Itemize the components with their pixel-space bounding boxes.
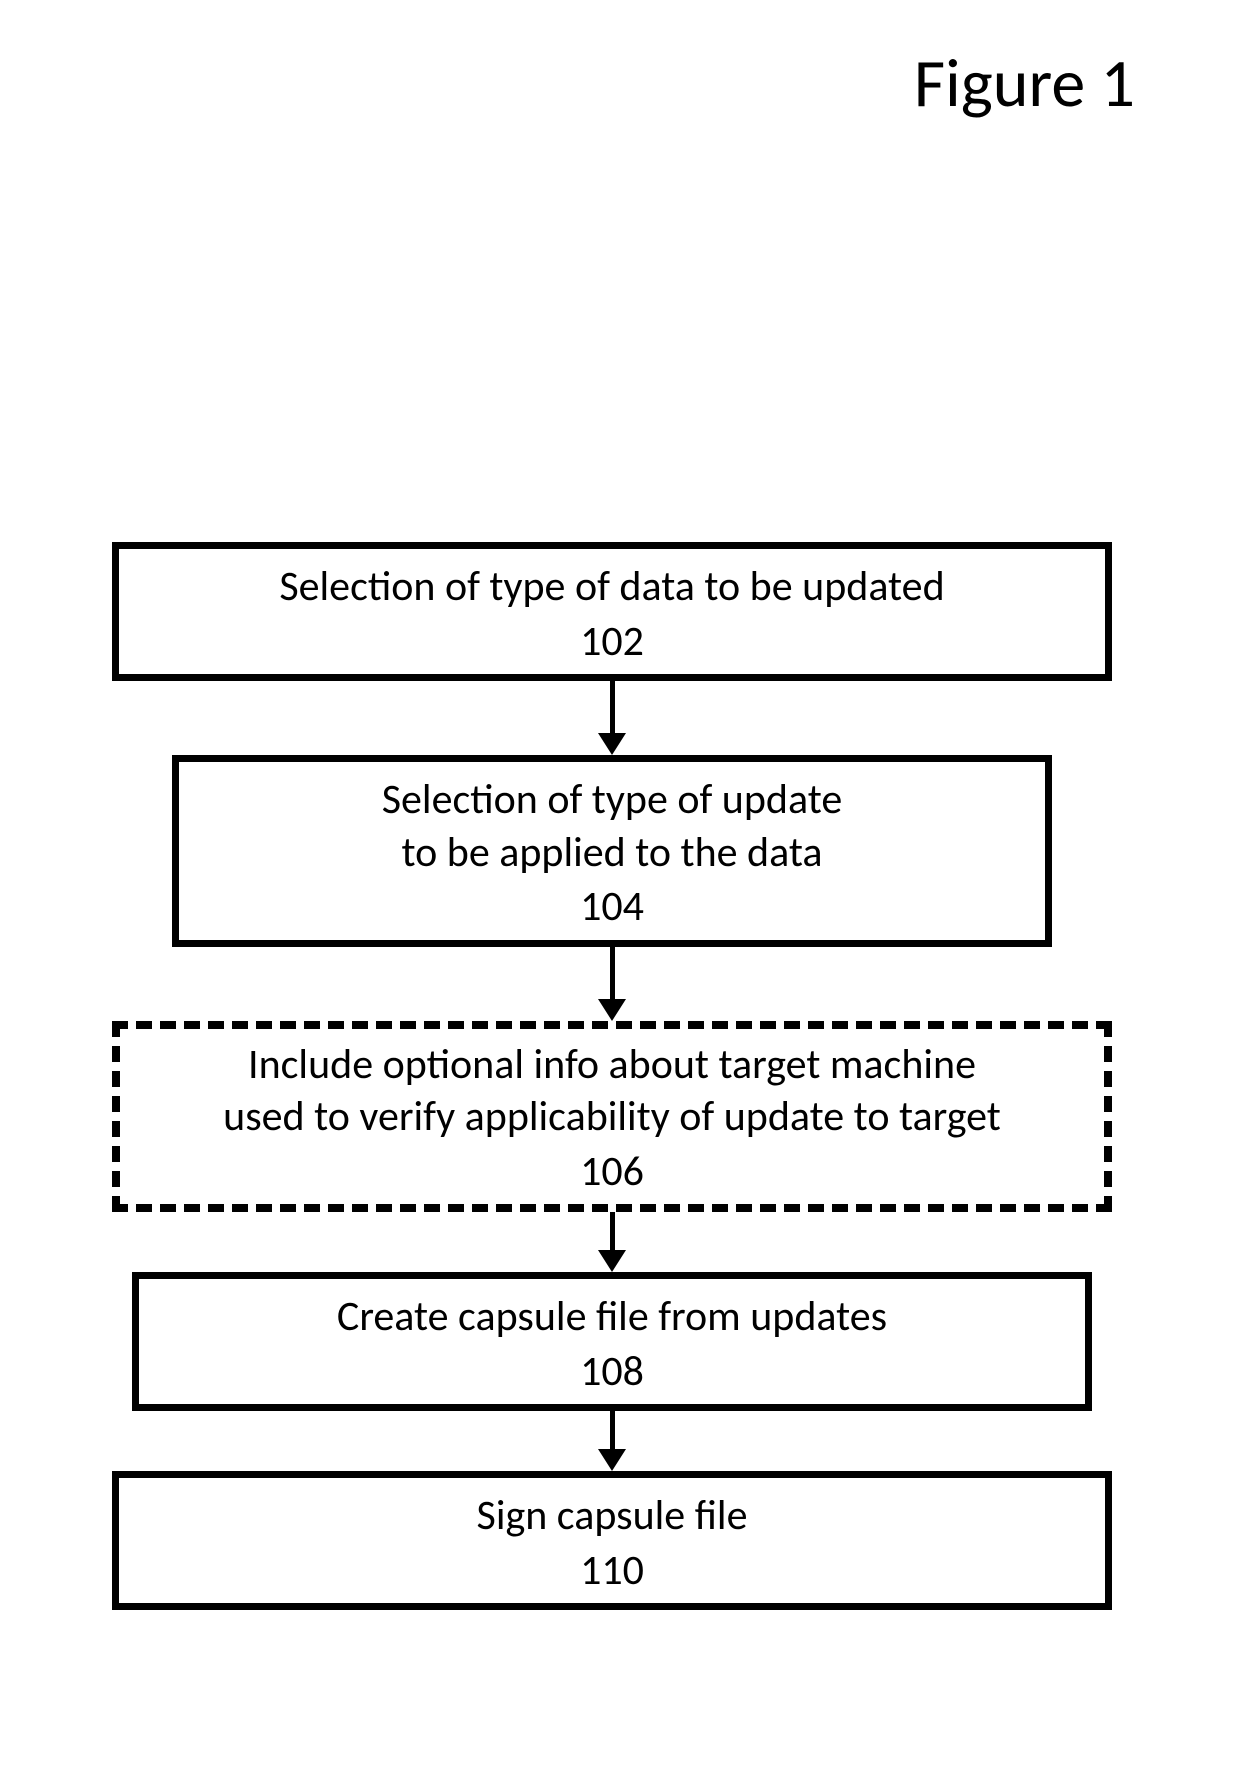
step-104: Selection of type of update to be applie… bbox=[172, 755, 1052, 947]
step-102-text: Selection of type of data to be updated bbox=[279, 561, 944, 612]
step-110-number: 110 bbox=[129, 1545, 1095, 1598]
step-110-text: Sign capsule file bbox=[477, 1490, 748, 1541]
arrow-2 bbox=[598, 947, 626, 1021]
step-104-text-line1: Selection of type of update bbox=[382, 774, 843, 825]
arrow-1 bbox=[598, 681, 626, 755]
step-102: Selection of type of data to be updated … bbox=[112, 542, 1112, 681]
step-108-text: Create capsule file from updates bbox=[337, 1291, 887, 1342]
arrow-4 bbox=[598, 1411, 626, 1471]
step-102-number: 102 bbox=[129, 616, 1095, 669]
step-110: Sign capsule file 110 bbox=[112, 1471, 1112, 1610]
step-108-number: 108 bbox=[149, 1346, 1075, 1399]
arrow-3 bbox=[598, 1212, 626, 1272]
step-108: Create capsule file from updates 108 bbox=[132, 1272, 1092, 1411]
step-106-optional: Include optional info about target machi… bbox=[112, 1021, 1112, 1213]
figure-title: Figure 1 bbox=[914, 42, 1135, 125]
step-106-number: 106 bbox=[128, 1146, 1096, 1199]
flowchart: Selection of type of data to be updated … bbox=[112, 542, 1112, 1610]
step-104-number: 104 bbox=[189, 881, 1035, 934]
step-104-text-line2: to be applied to the data bbox=[401, 827, 822, 878]
step-106-text-line1: Include optional info about target machi… bbox=[248, 1039, 976, 1090]
step-106-text-line2: used to verify applicability of update t… bbox=[223, 1091, 1001, 1142]
